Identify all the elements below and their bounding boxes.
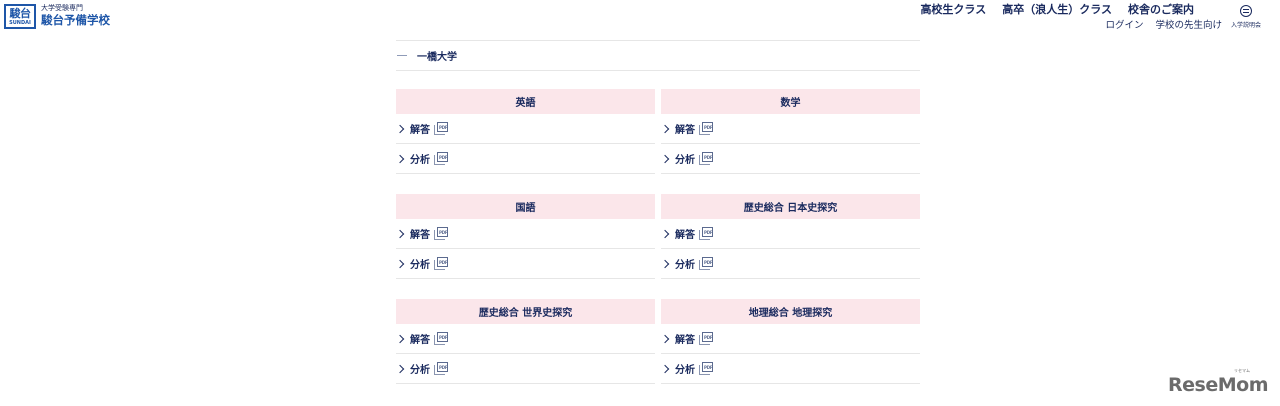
menu-button[interactable]: 入学説明会 xyxy=(1231,5,1262,29)
analysis-link[interactable]: 分析 xyxy=(395,354,655,384)
link-label: 分析 xyxy=(410,365,430,376)
link-label: 分析 xyxy=(675,365,695,376)
analysis-link[interactable]: 分析 xyxy=(395,249,655,279)
link-label: 解答 xyxy=(410,335,430,346)
logo-kanji: 駿台 xyxy=(9,6,32,20)
subject-title: 歴史総合 世界史探究 xyxy=(396,299,655,324)
pdf-icon xyxy=(699,332,713,345)
pdf-icon xyxy=(699,152,713,165)
main-content: 一橋大学 英語 解答 分析 数学 解答 xyxy=(395,40,920,404)
watermark: リセマム ReseMom xyxy=(1168,368,1268,396)
answer-link[interactable]: 解答 xyxy=(395,324,655,354)
link-label: 分析 xyxy=(410,155,430,166)
answer-link[interactable]: 解答 xyxy=(660,114,920,144)
chevron-right-icon xyxy=(660,334,670,343)
analysis-link[interactable]: 分析 xyxy=(395,144,655,174)
link-label: 分析 xyxy=(410,260,430,271)
answer-link[interactable]: 解答 xyxy=(395,114,655,144)
secondary-nav: ログイン 学校の先生向け xyxy=(1093,20,1222,32)
link-label: 解答 xyxy=(675,125,695,136)
subject-title: 英語 xyxy=(396,89,655,114)
pdf-icon xyxy=(699,362,713,375)
subject-card: 歴史総合 世界史探究 解答 分析 xyxy=(395,299,655,384)
logo-title: 駿台予備学校 xyxy=(41,13,110,27)
answer-link[interactable]: 解答 xyxy=(660,324,920,354)
primary-nav: 高校生クラス 高卒（浪人生）クラス 校舎のご案内 xyxy=(904,3,1194,17)
nav-login[interactable]: ログイン xyxy=(1105,20,1143,32)
watermark-text: ReseMom xyxy=(1168,374,1268,396)
nav-ronin[interactable]: 高卒（浪人生）クラス xyxy=(1002,3,1112,17)
link-label: 解答 xyxy=(675,335,695,346)
logo-mark: 駿台 SUNDAI xyxy=(4,4,36,29)
subject-card: 国語 解答 分析 xyxy=(395,194,655,279)
chevron-right-icon xyxy=(395,259,405,268)
chevron-right-icon xyxy=(660,259,670,268)
link-label: 解答 xyxy=(410,125,430,136)
nav-high-school[interactable]: 高校生クラス xyxy=(920,3,986,17)
link-label: 解答 xyxy=(410,230,430,241)
nav-campus[interactable]: 校舎のご案内 xyxy=(1128,3,1194,17)
subject-title: 歴史総合 日本史探究 xyxy=(661,194,920,219)
university-heading: 一橋大学 xyxy=(396,40,920,71)
logo-subtitle: 大学受験専門 xyxy=(41,4,83,12)
subject-title: 地理総合 地理探究 xyxy=(661,299,920,324)
subject-title: 国語 xyxy=(396,194,655,219)
subject-card: 歴史総合 日本史探究 解答 分析 xyxy=(660,194,920,279)
pdf-icon xyxy=(699,227,713,240)
chevron-right-icon xyxy=(660,124,670,133)
chevron-right-icon xyxy=(660,229,670,238)
link-label: 解答 xyxy=(675,230,695,241)
menu-icon xyxy=(1240,5,1252,17)
subject-card: 地理総合 地理探究 解答 分析 xyxy=(660,299,920,384)
site-logo[interactable]: 駿台 SUNDAI 大学受験専門 駿台予備学校 xyxy=(4,4,110,29)
pdf-icon xyxy=(434,332,448,345)
dash-icon xyxy=(397,55,407,56)
pdf-icon xyxy=(699,122,713,135)
chevron-right-icon xyxy=(395,124,405,133)
link-label: 分析 xyxy=(675,155,695,166)
pdf-icon xyxy=(434,122,448,135)
subject-grid: 英語 解答 分析 数学 解答 分析 xyxy=(395,89,920,404)
analysis-link[interactable]: 分析 xyxy=(660,144,920,174)
pdf-icon xyxy=(434,362,448,375)
analysis-link[interactable]: 分析 xyxy=(660,249,920,279)
pdf-icon xyxy=(434,227,448,240)
menu-label: 入学説明会 xyxy=(1231,22,1262,29)
subject-card: 数学 解答 分析 xyxy=(660,89,920,174)
watermark-small: リセマム xyxy=(1234,368,1250,373)
logo-en: SUNDAI xyxy=(9,19,31,26)
pdf-icon xyxy=(699,257,713,270)
pdf-icon xyxy=(434,257,448,270)
chevron-right-icon xyxy=(395,154,405,163)
chevron-right-icon xyxy=(395,229,405,238)
analysis-link[interactable]: 分析 xyxy=(660,354,920,384)
subject-card: 英語 解答 分析 xyxy=(395,89,655,174)
chevron-right-icon xyxy=(660,154,670,163)
chevron-right-icon xyxy=(395,364,405,373)
answer-link[interactable]: 解答 xyxy=(395,219,655,249)
nav-teachers[interactable]: 学校の先生向け xyxy=(1155,20,1222,32)
pdf-icon xyxy=(434,152,448,165)
logo-text: 大学受験専門 駿台予備学校 xyxy=(41,4,110,28)
answer-link[interactable]: 解答 xyxy=(660,219,920,249)
link-label: 分析 xyxy=(675,260,695,271)
chevron-right-icon xyxy=(660,364,670,373)
subject-title: 数学 xyxy=(661,89,920,114)
university-name: 一橋大学 xyxy=(417,52,457,63)
chevron-right-icon xyxy=(395,334,405,343)
